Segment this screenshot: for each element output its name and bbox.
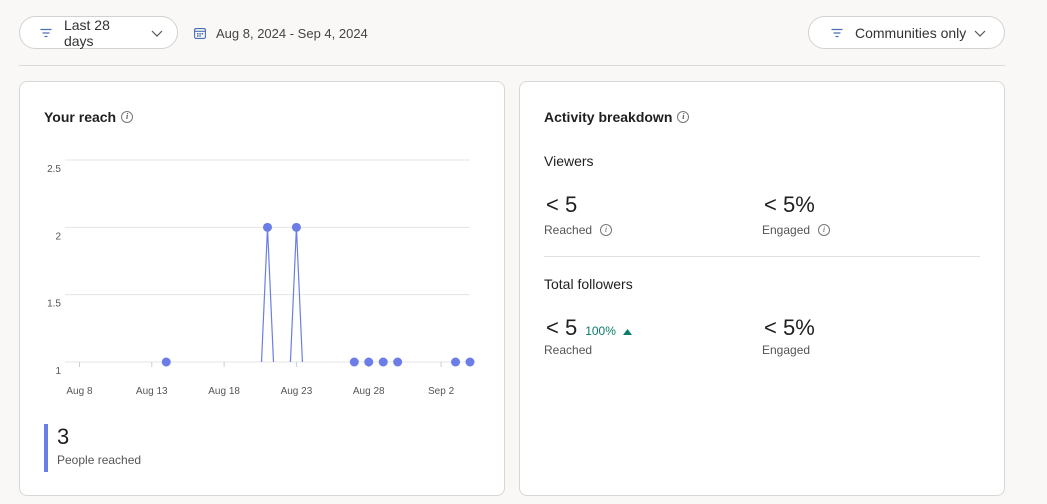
followers-engaged-label: Engaged: [762, 343, 811, 357]
data-point: [378, 357, 388, 367]
date-range-filter-button[interactable]: Last 28 days: [19, 16, 178, 49]
data-point: [364, 357, 374, 367]
y-tick-label: 1.5: [47, 299, 61, 310]
reach-title-text: Your reach: [44, 109, 117, 125]
x-tick-label: Aug 13: [136, 386, 168, 397]
followers-engaged-value: < 5%: [764, 315, 815, 340]
reach-card-title: Your reach i: [44, 109, 134, 125]
people-reached-label: People reached: [57, 453, 142, 467]
community-filter-label: Communities only: [855, 24, 967, 41]
chevron-down-icon: [974, 25, 986, 41]
viewers-reached-label-text: Reached: [544, 223, 593, 237]
followers-change-value: 100%: [585, 324, 616, 338]
x-tick-label: Aug 18: [208, 386, 240, 397]
date-range-filter-label: Last 28 days: [63, 16, 110, 49]
reach-chart: 2.5 2 1.5 1 Aug 8 Aug 13 Aug 18 Aug 23 Aug 28 Sep…: [47, 159, 475, 397]
followers-reached-label: Reached: [544, 343, 593, 357]
viewers-engaged-value: < 5%: [764, 192, 815, 217]
x-tick-label: Aug 28: [353, 386, 385, 397]
data-point: [161, 357, 171, 367]
viewers-engaged-label: Engaged i: [762, 223, 831, 237]
y-tick-label: 1: [55, 366, 61, 377]
info-icon[interactable]: i: [677, 111, 690, 123]
people-reached-value: 3: [57, 424, 70, 449]
reach-card: Your reach i 2.5 2 1.5 1 Aug 8 Aug 13 Aug 18 Au…: [19, 81, 505, 496]
activity-card-title: Activity breakdown i: [544, 109, 690, 125]
date-range-display: Aug 8, 2024 - Sep 4, 2024: [194, 24, 368, 42]
data-point: [291, 222, 301, 232]
community-filter-button[interactable]: Communities only: [808, 16, 1005, 49]
data-point: [451, 357, 461, 367]
x-tick-label: Sep 2: [428, 386, 455, 397]
followers-reached-row: < 5 100%: [546, 315, 633, 341]
reach-summary: 3 People reached: [44, 424, 141, 472]
data-point: [393, 357, 403, 367]
y-tick-label: 2.5: [47, 164, 61, 175]
followers-change: 100%: [585, 324, 633, 338]
y-tick-label: 2: [55, 231, 61, 242]
viewers-heading: Viewers: [544, 153, 594, 169]
viewers-reached-value: < 5: [546, 192, 578, 217]
x-tick-label: Aug 23: [281, 386, 313, 397]
info-icon[interactable]: i: [600, 224, 613, 236]
chevron-down-icon: [151, 25, 163, 41]
filter-icon: [831, 25, 845, 41]
filter-divider: [19, 65, 1005, 66]
filter-icon: [40, 25, 54, 41]
calendar-icon: [194, 28, 206, 39]
date-range-text: Aug 8, 2024 - Sep 4, 2024: [216, 25, 368, 41]
activity-title-text: Activity breakdown: [544, 109, 673, 125]
viewers-engaged-label-text: Engaged: [762, 223, 811, 237]
trend-up-icon: [623, 329, 633, 335]
followers-reached-value: < 5: [546, 315, 578, 340]
data-point: [263, 222, 272, 232]
info-icon[interactable]: i: [818, 224, 831, 236]
info-icon[interactable]: i: [121, 111, 134, 123]
section-divider: [544, 256, 980, 257]
data-point: [349, 357, 359, 367]
followers-heading: Total followers: [544, 276, 633, 292]
x-tick-label: Aug 8: [66, 386, 93, 397]
viewers-reached-label: Reached i: [544, 223, 613, 237]
activity-card: Activity breakdown i Viewers < 5 Reached…: [519, 81, 1005, 496]
data-point: [465, 357, 475, 367]
